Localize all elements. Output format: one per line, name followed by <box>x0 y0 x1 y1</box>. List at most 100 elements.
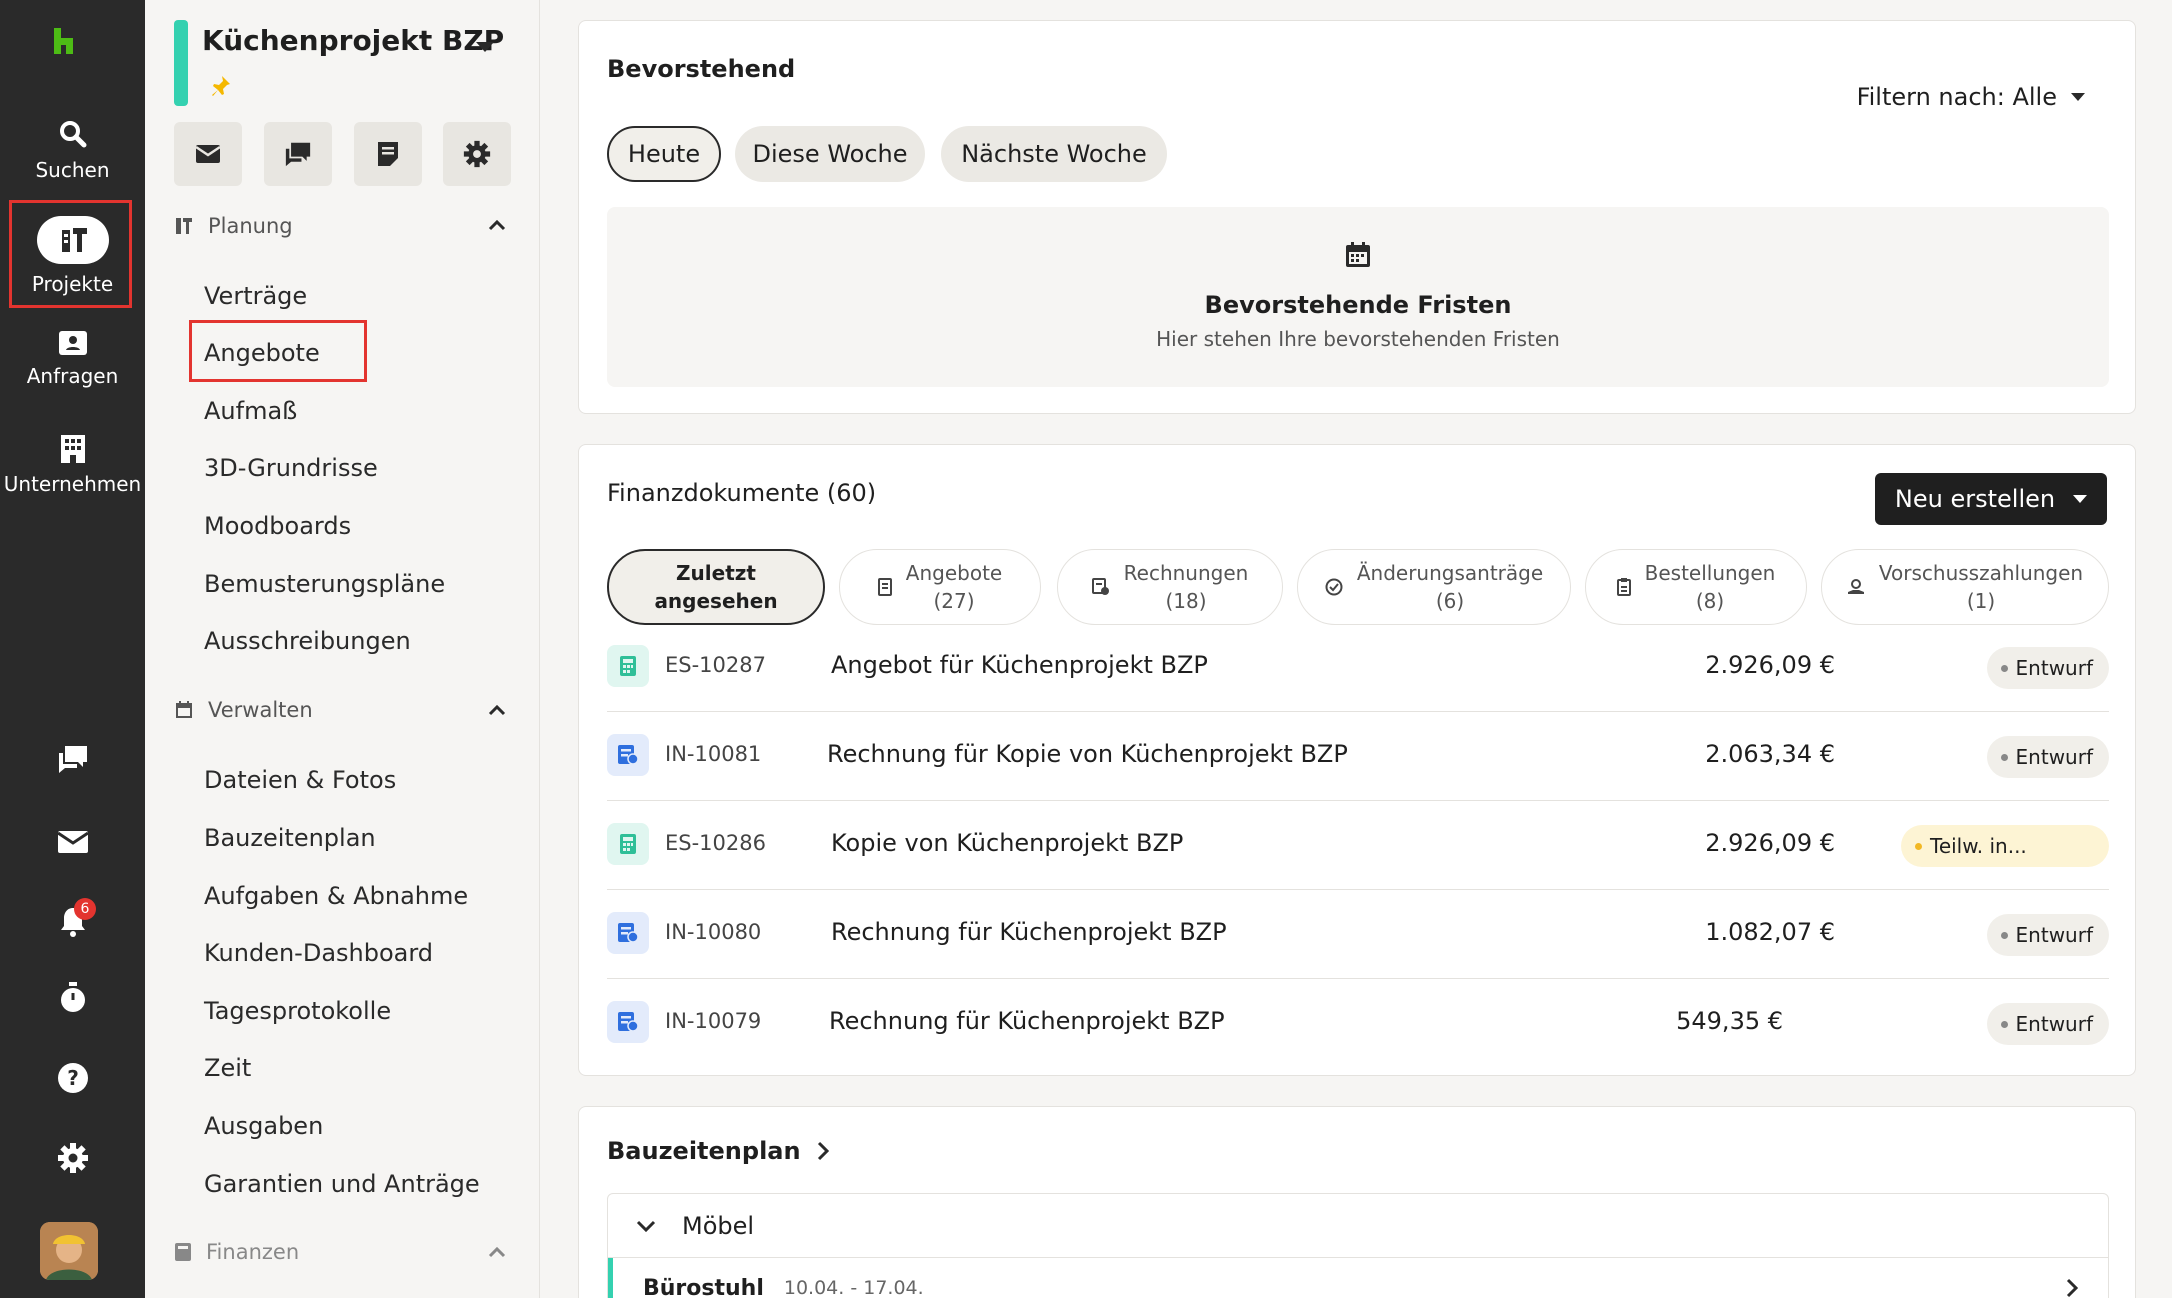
chevron-up-icon[interactable] <box>488 1246 506 1258</box>
planning-icon <box>176 218 192 234</box>
tab-aenderungsantraege[interactable]: Änderungsanträge (6) <box>1297 549 1571 625</box>
tab-line1: Änderungsanträge <box>1356 561 1544 585</box>
finance-table: ES-10287 Angebot für Küchenprojekt BZP 2… <box>579 623 2135 1073</box>
nav-bauzeitenplan[interactable]: Bauzeitenplan <box>204 824 376 852</box>
tab-line2: (6) <box>1435 589 1465 613</box>
document-title[interactable]: Kopie von Küchenprojekt BZP <box>831 829 1183 857</box>
nav-dateien-fotos[interactable]: Dateien & Fotos <box>204 766 396 794</box>
nav-bemusterungsplaene[interactable]: Bemusterungspläne <box>204 570 445 598</box>
table-row[interactable]: IN-10080 Rechnung für Küchenprojekt BZP … <box>607 890 2109 979</box>
table-row[interactable]: ES-10286 Kopie von Küchenprojekt BZP 2.9… <box>607 801 2109 890</box>
quick-notes-button[interactable] <box>354 122 422 186</box>
settings-icon <box>57 1143 88 1173</box>
finance-card: Finanzdokumente (60) Neu erstellen Zulet… <box>578 444 2136 1076</box>
purchase-order-icon <box>1616 578 1631 596</box>
rail-mail-button[interactable] <box>0 830 145 854</box>
tab-line1: Bestellungen <box>1644 561 1776 585</box>
status-badge: Entwurf <box>1986 736 2109 778</box>
invoice-icon <box>607 734 649 776</box>
document-number: IN-10081 <box>665 742 762 766</box>
svg-text:?: ? <box>67 1066 79 1090</box>
nav-ausschreibungen[interactable]: Ausschreibungen <box>204 627 411 655</box>
help-icon: ? <box>57 1063 88 1093</box>
rail-search[interactable]: Suchen <box>0 118 145 182</box>
settings-icon <box>463 140 491 168</box>
document-title[interactable]: Angebot für Küchenprojekt BZP <box>831 651 1208 679</box>
nav-aufmass[interactable]: Aufmaß <box>204 397 297 425</box>
project-title[interactable]: Küchenprojekt BZP <box>202 24 504 57</box>
schedule-group-header[interactable]: Möbel <box>608 1194 2108 1258</box>
nav-moodboards[interactable]: Moodboards <box>204 512 351 540</box>
tab-vorschusszahlungen[interactable]: Vorschusszahlungen (1) <box>1821 549 2109 625</box>
chevron-right-icon <box>2066 1278 2078 1298</box>
chip-naechste-woche[interactable]: Nächste Woche <box>941 126 1167 182</box>
houzz-logo[interactable] <box>50 26 84 56</box>
upcoming-empty-state: Bevorstehende Fristen Hier stehen Ihre b… <box>607 207 2109 387</box>
notification-badge: 6 <box>74 898 96 920</box>
table-row[interactable]: ES-10287 Angebot für Küchenprojekt BZP 2… <box>607 623 2109 712</box>
estimate-icon <box>877 578 892 596</box>
schedule-group-label: Möbel <box>682 1211 755 1240</box>
nav-garantien-antraege[interactable]: Garantien und Anträge <box>204 1170 480 1198</box>
rail-company[interactable]: Unternehmen <box>0 434 145 496</box>
chevron-up-icon[interactable] <box>488 219 506 231</box>
pin-icon[interactable] <box>208 74 232 104</box>
filter-dropdown[interactable]: Filtern nach: Alle <box>1857 83 2085 111</box>
project-dropdown-chevron-icon[interactable] <box>476 42 494 52</box>
quick-chat-button[interactable] <box>264 122 332 186</box>
chip-heute[interactable]: Heute <box>607 126 721 182</box>
schedule-header[interactable]: Bauzeitenplan <box>607 1137 829 1165</box>
document-number: IN-10080 <box>665 920 762 944</box>
tab-line2: (8) <box>1695 589 1725 613</box>
rail-notifications-button[interactable] <box>0 906 145 938</box>
tab-bestellungen[interactable]: Bestellungen (8) <box>1585 549 1807 625</box>
section-verwalten[interactable]: Verwalten <box>174 698 313 722</box>
schedule-task[interactable]: Bürostuhl 10.04. - 17.04. <box>608 1258 2108 1298</box>
nav-aufgaben-abnahme[interactable]: Aufgaben & Abnahme <box>204 882 468 910</box>
document-amount: 2.926,09 € <box>1705 651 1835 679</box>
section-planung[interactable]: Planung <box>174 214 293 238</box>
new-document-button[interactable]: Neu erstellen <box>1875 473 2107 525</box>
mail-icon <box>56 831 89 853</box>
invoice-icon <box>607 912 649 954</box>
document-amount: 549,35 € <box>1676 1007 1783 1035</box>
tab-rechnungen[interactable]: Rechnungen (18) <box>1057 549 1283 625</box>
avatar[interactable] <box>40 1222 98 1280</box>
task-name: Bürostuhl <box>643 1275 764 1298</box>
quick-mail-button[interactable] <box>174 122 242 186</box>
document-amount: 1.082,07 € <box>1705 918 1835 946</box>
table-row[interactable]: IN-10079 Rechnung für Küchenprojekt BZP … <box>607 979 2109 1068</box>
rail-timer-button[interactable] <box>0 982 145 1014</box>
section-finanzen[interactable]: Finanzen <box>174 1240 299 1264</box>
table-row[interactable]: IN-10081 Rechnung für Kopie von Küchenpr… <box>607 712 2109 801</box>
caret-down-icon <box>2073 495 2088 503</box>
status-label: Entwurf <box>2015 656 2093 680</box>
nav-tagesprotokolle[interactable]: Tagesprotokolle <box>204 997 391 1025</box>
nav-kunden-dashboard[interactable]: Kunden-Dashboard <box>204 939 433 967</box>
quick-settings-button[interactable] <box>443 122 511 186</box>
rail-settings-button[interactable] <box>0 1142 145 1174</box>
upcoming-card: Bevorstehend Filtern nach: Alle Heute Di… <box>578 20 2136 414</box>
status-dot <box>2000 931 2008 939</box>
rail-chat-button[interactable] <box>0 744 145 774</box>
document-title[interactable]: Rechnung für Küchenprojekt BZP <box>831 918 1227 946</box>
tab-zuletzt-angesehen[interactable]: Zuletzt angesehen <box>607 549 825 625</box>
status-badge: Entwurf <box>1986 1003 2109 1045</box>
nav-3d-grundrisse[interactable]: 3D-Grundrisse <box>204 454 378 482</box>
status-dot <box>2000 1020 2008 1028</box>
schedule-group: Möbel Bürostuhl 10.04. - 17.04. <box>607 1193 2109 1298</box>
document-title[interactable]: Rechnung für Küchenprojekt BZP <box>829 1007 1225 1035</box>
document-title[interactable]: Rechnung für Kopie von Küchenprojekt BZP <box>827 740 1348 768</box>
nav-ausgaben[interactable]: Ausgaben <box>204 1112 323 1140</box>
rail-company-label: Unternehmen <box>3 472 142 496</box>
nav-zeit[interactable]: Zeit <box>204 1054 251 1082</box>
tab-line2: angesehen <box>654 589 778 613</box>
nav-vertraege[interactable]: Verträge <box>204 282 307 310</box>
invoice-icon <box>607 1001 649 1043</box>
rail-requests[interactable]: Anfragen <box>0 330 145 388</box>
tab-angebote[interactable]: Angebote (27) <box>839 549 1041 625</box>
chevron-up-icon[interactable] <box>488 704 506 716</box>
rail-help-button[interactable]: ? <box>0 1062 145 1094</box>
new-document-label: Neu erstellen <box>1894 485 2056 513</box>
chip-diese-woche[interactable]: Diese Woche <box>735 126 925 182</box>
